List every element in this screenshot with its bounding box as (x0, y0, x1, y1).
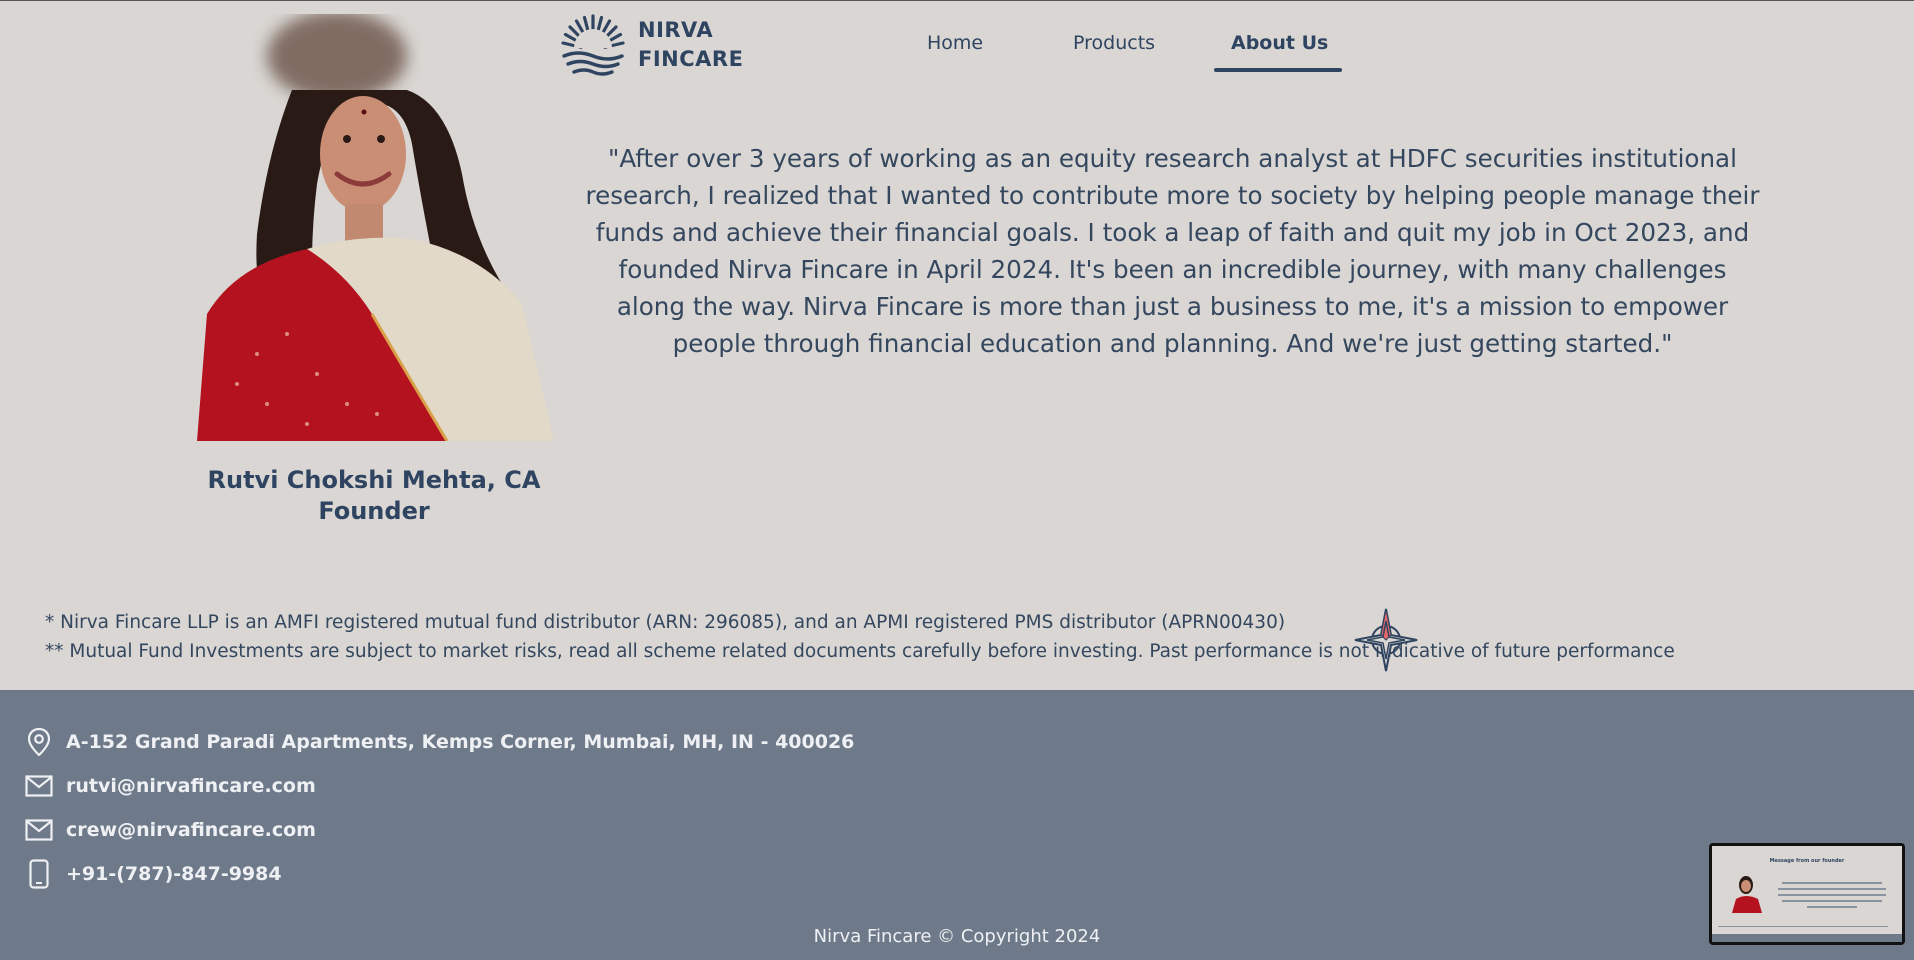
logo-sunrise-icon (561, 14, 625, 76)
location-pin-icon (24, 727, 54, 757)
thumbnail-text-line (1778, 894, 1886, 896)
disclaimer-registration: * Nirva Fincare LLP is an AMFI registere… (45, 612, 1286, 633)
brand-name: NIRVA FINCARE (638, 16, 743, 74)
disclaimer-market-risk: ** Mutual Fund Investments are subject t… (45, 641, 1675, 662)
copyright-text: Nirva Fincare © Copyright 2024 (813, 926, 1101, 947)
founder-role: Founder (318, 497, 430, 525)
founder-photo (197, 14, 554, 441)
address-text: A-152 Grand Paradi Apartments, Kemps Cor… (66, 731, 855, 753)
thumbnail-text-line (1782, 882, 1882, 884)
thumbnail-text-line (1807, 906, 1857, 908)
thumbnail-founder-photo (1732, 876, 1762, 913)
mail-icon (24, 771, 54, 801)
thumbnail-footer (1712, 934, 1902, 942)
email-2-text[interactable]: crew@nirvafincare.com (66, 819, 316, 841)
thumbnail-title: Message from our founder (1769, 858, 1845, 864)
footer-address: A-152 Grand Paradi Apartments, Kemps Cor… (24, 727, 854, 757)
founder-name: Rutvi Chokshi Mehta, CA (207, 466, 541, 494)
footer-email-2[interactable]: crew@nirvafincare.com (24, 815, 316, 845)
brand-line-1: NIRVA (638, 18, 714, 42)
thumbnail-text-line (1782, 900, 1882, 902)
thumbnail-text-line (1778, 888, 1886, 890)
brand-line-2: FINCARE (638, 47, 744, 71)
founder-quote: "After over 3 years of working as an equ… (585, 144, 1760, 358)
nav-about-us[interactable]: About Us (1231, 32, 1328, 54)
nav-products[interactable]: Products (1073, 32, 1155, 54)
thumbnail-text-line (1718, 926, 1888, 927)
phone-text[interactable]: +91-(787)-847-9984 (66, 863, 282, 885)
email-1-text[interactable]: rutvi@nirvafincare.com (66, 775, 316, 797)
compass-icon (1354, 608, 1418, 672)
site-footer: A-152 Grand Paradi Apartments, Kemps Cor… (0, 690, 1914, 960)
nav-home[interactable]: Home (927, 32, 983, 54)
footer-phone[interactable]: +91-(787)-847-9984 (24, 859, 282, 889)
brand-logo[interactable]: NIRVA FINCARE (560, 12, 743, 78)
nav-active-indicator (1214, 68, 1342, 72)
window-top-border (0, 0, 1914, 1)
footer-email-1[interactable]: rutvi@nirvafincare.com (24, 771, 316, 801)
mail-icon (24, 815, 54, 845)
thumbnail-canvas: Message from our founder (1712, 846, 1902, 942)
phone-icon (24, 859, 54, 889)
page-preview-thumbnail[interactable]: Message from our founder (1709, 843, 1905, 945)
